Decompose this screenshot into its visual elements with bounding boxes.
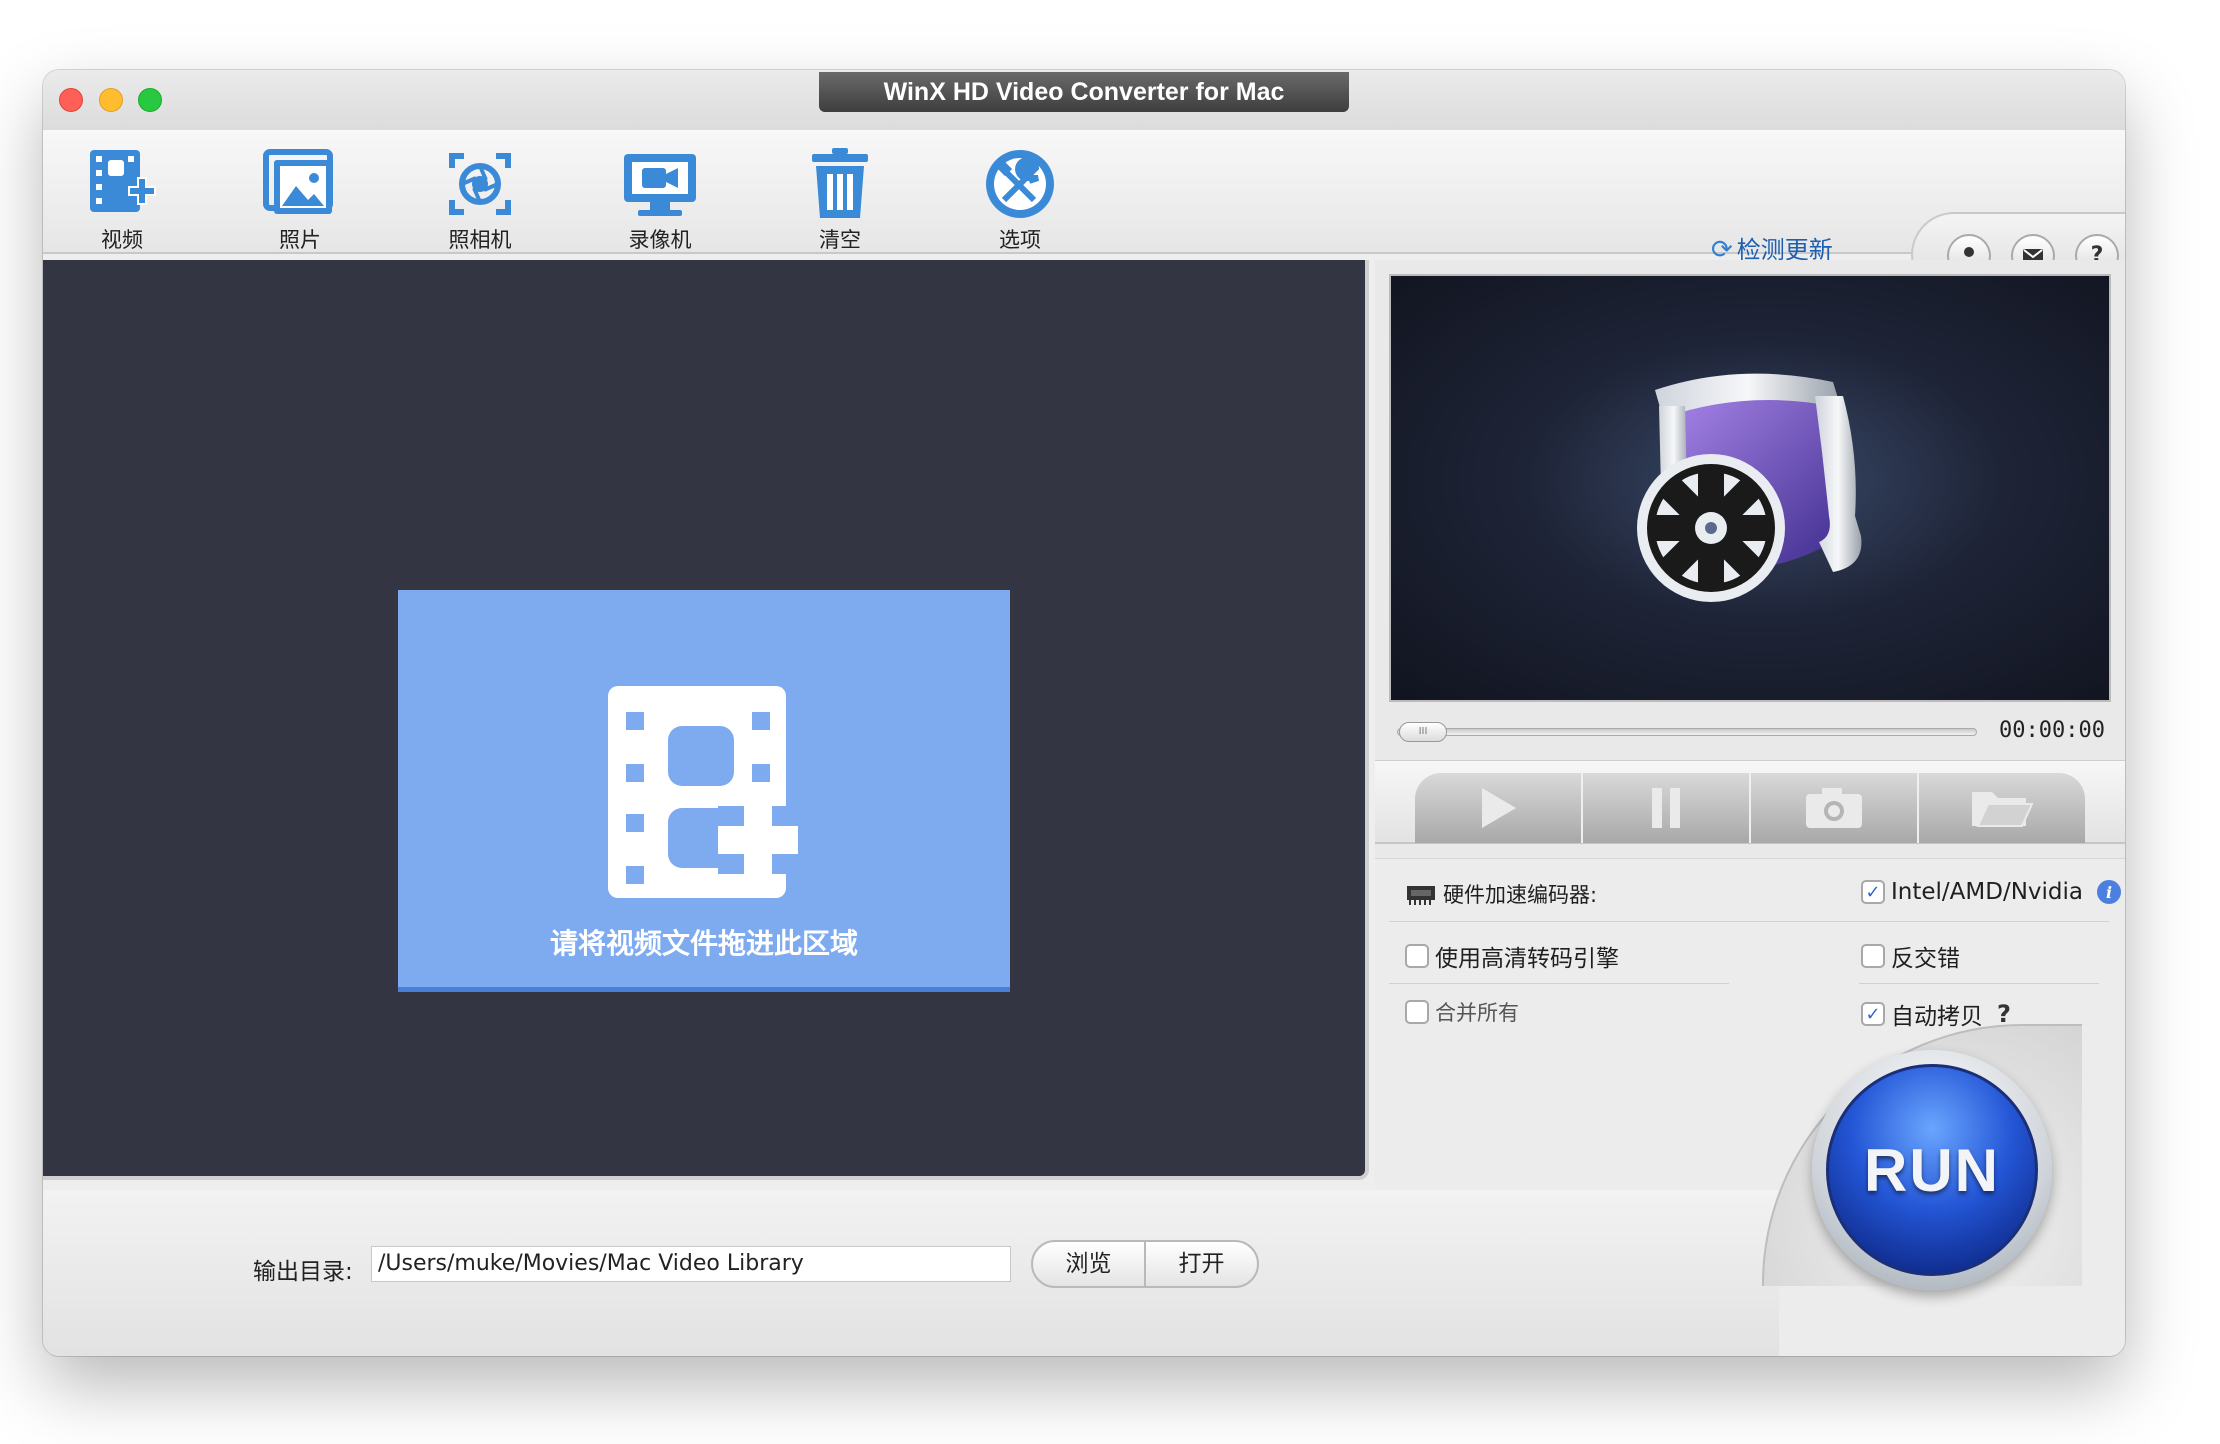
drop-zone-hint: 请将视频文件拖进此区域 xyxy=(549,927,858,960)
info-icon[interactable]: i xyxy=(2097,880,2121,904)
toolbar-video-label: 视频 xyxy=(101,228,143,252)
add-video-icon xyxy=(90,150,156,212)
divider xyxy=(1859,983,2099,984)
browse-button[interactable]: 浏览 xyxy=(1033,1242,1146,1286)
title-bar: WinX HD Video Converter for Mac xyxy=(43,70,2125,130)
file-list-panel: 请将视频文件拖进此区域 xyxy=(43,260,1369,1180)
screen-recorder-icon xyxy=(624,154,696,216)
hw-encoder-row: 硬件加速编码器: xyxy=(1405,879,1597,909)
output-dir-label: 输出目录: xyxy=(253,1259,353,1285)
toolbar-recorder-button[interactable]: 录像机 xyxy=(605,146,715,252)
divider xyxy=(1389,921,2109,922)
hd-engine-label: 使用高清转码引擎 xyxy=(1435,946,1619,972)
deinterlace-checkbox[interactable] xyxy=(1861,944,1885,968)
toolbar-camera-label: 照相机 xyxy=(448,228,512,252)
toolbar-photo-button[interactable]: 照片 xyxy=(245,146,355,252)
auto-copy-label: 自动拷贝 xyxy=(1891,1004,1983,1030)
toolbar-recorder-label: 录像机 xyxy=(628,228,692,252)
camera-icon xyxy=(449,153,511,215)
playback-time: 00:00:00 xyxy=(1999,718,2105,743)
window-title: WinX HD Video Converter for Mac xyxy=(819,72,1349,112)
hd-engine-option: 使用高清转码引擎 xyxy=(1405,939,1619,973)
film-reel-icon xyxy=(1637,373,1862,602)
merge-all-checkbox[interactable] xyxy=(1405,1000,1429,1024)
divider xyxy=(1389,983,1729,984)
close-window-button[interactable] xyxy=(59,88,83,112)
seek-thumb[interactable]: III xyxy=(1399,722,1447,742)
toolbar-options-button[interactable]: 选项 xyxy=(965,146,1075,252)
open-button[interactable]: 打开 xyxy=(1146,1242,1257,1286)
open-folder-button[interactable] xyxy=(1919,773,2085,843)
run-button-label: RUN xyxy=(1864,1136,2000,1204)
toolbar-camera-button[interactable]: 照相机 xyxy=(425,146,535,252)
run-button[interactable]: RUN xyxy=(1812,1050,2052,1290)
toolbar-options-label: 选项 xyxy=(999,228,1041,252)
drop-zone[interactable]: 请将视频文件拖进此区域 xyxy=(398,590,1010,992)
add-video-large-icon xyxy=(608,686,798,898)
run-button-face: RUN xyxy=(1826,1064,2038,1276)
auto-copy-checkbox[interactable]: ✓ xyxy=(1861,1002,1885,1026)
merge-all-option: 合并所有 xyxy=(1405,997,1519,1027)
seek-row: III 00:00:00 xyxy=(1389,712,2111,752)
play-icon xyxy=(1482,788,1516,828)
toolbar-video-button[interactable]: 视频 xyxy=(67,146,177,252)
control-tray xyxy=(1415,773,2085,843)
seek-slider[interactable] xyxy=(1397,728,1977,736)
merge-all-label: 合并所有 xyxy=(1435,1001,1519,1025)
output-dir-buttons: 浏览 打开 xyxy=(1031,1240,1259,1288)
snapshot-button[interactable] xyxy=(1751,773,1919,843)
deinterlace-option: 反交错 xyxy=(1861,939,1960,973)
folder-icon xyxy=(1972,792,2034,827)
camera-icon xyxy=(1806,788,1862,828)
play-button[interactable] xyxy=(1415,773,1583,843)
pause-icon xyxy=(1652,788,1680,828)
hw-encoder-checkbox[interactable]: ✓ xyxy=(1861,880,1885,904)
hw-encoder-option: ✓ Intel/AMD/Nvidia i xyxy=(1861,879,2121,905)
photo-icon xyxy=(263,149,333,214)
output-bar: 输出目录: /Users/muke/Movies/Mac Video Libra… xyxy=(43,1190,1779,1356)
toolbar: 视频 照片 照相机 录像机 清空 选项 ⟳ 检测更新 ? xyxy=(43,130,2125,298)
minimize-window-button[interactable] xyxy=(99,88,123,112)
toolbar-photo-label: 照片 xyxy=(279,228,321,252)
toolbar-clear-button[interactable]: 清空 xyxy=(785,146,895,252)
deinterlace-label: 反交错 xyxy=(1891,946,1960,972)
video-preview xyxy=(1389,274,2111,702)
hd-engine-checkbox[interactable] xyxy=(1405,944,1429,968)
pause-button[interactable] xyxy=(1583,773,1751,843)
options-icon xyxy=(986,150,1054,218)
playback-controls xyxy=(1375,760,2125,844)
chip-icon xyxy=(1407,886,1435,905)
hw-encoder-label: 硬件加速编码器: xyxy=(1443,883,1598,907)
output-dir-field[interactable]: /Users/muke/Movies/Mac Video Library xyxy=(371,1246,1011,1282)
zoom-window-button[interactable] xyxy=(138,88,162,112)
toolbar-clear-label: 清空 xyxy=(819,228,861,252)
hw-encoder-option-label: Intel/AMD/Nvidia xyxy=(1891,879,2083,905)
trash-icon xyxy=(812,148,868,218)
